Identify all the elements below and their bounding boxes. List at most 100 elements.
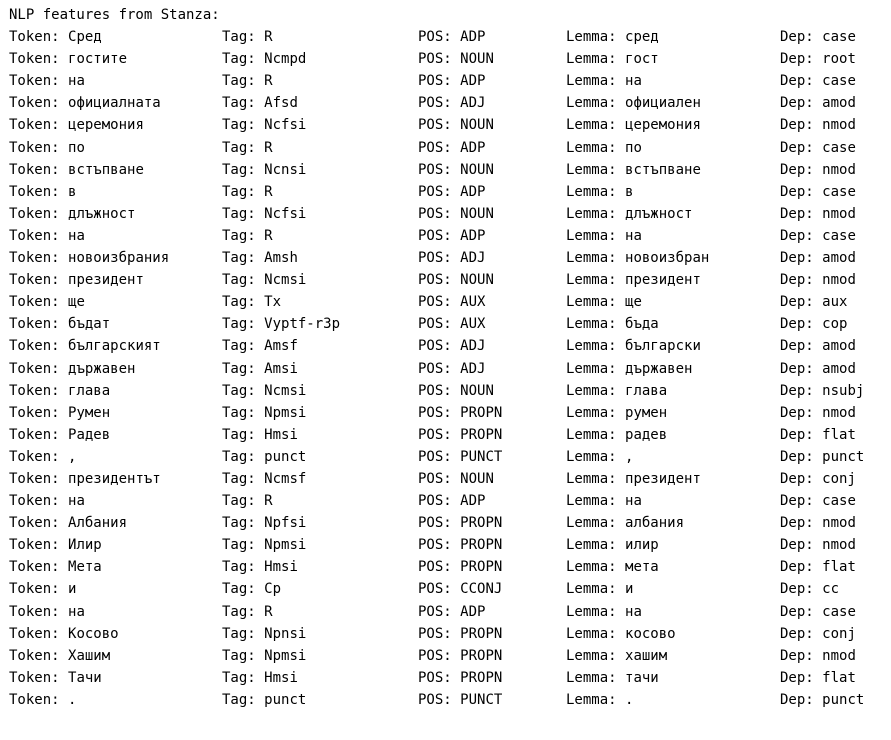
tag-field: Tag: punct [222, 446, 306, 468]
dep-value: amod [822, 250, 856, 267]
lemma-field: Lemma: президент [566, 269, 701, 291]
pos-value: ADJ [460, 360, 486, 377]
pos-value: ADP [460, 603, 486, 620]
tag-field: Tag: Vyptf-r3p [222, 313, 340, 335]
token-value: Албания [68, 515, 128, 532]
dep-label: Dep: [780, 205, 823, 222]
dep-field: Dep: conj [780, 623, 856, 645]
tag-field: Tag: Amsh [222, 247, 298, 269]
token-row: Token: държавен Tag: Amsi POS: ADJ Lemma: д… [9, 358, 856, 380]
pos-label: POS: [418, 603, 461, 620]
pos-label: POS: [418, 117, 461, 134]
lemma-field: Lemma: встъпване [566, 159, 701, 181]
tag-label: Tag: [222, 183, 265, 200]
dep-value: case [822, 183, 856, 200]
dep-label: Dep: [780, 559, 823, 576]
tag-value: R [264, 227, 273, 244]
pos-value: PUNCT [460, 448, 503, 465]
pos-label: POS: [418, 581, 461, 598]
token-label: Token: [9, 470, 69, 487]
lemma-label: Lemma: [566, 227, 626, 244]
token-field: Token: в [9, 181, 76, 203]
pos-field: POS: PROPN [418, 534, 502, 556]
pos-label: POS: [418, 250, 461, 267]
token-field: Token: церемония [9, 114, 144, 136]
token-row: Token: церемония Tag: Ncfsi POS: NOUN Lemma… [9, 114, 856, 136]
token-value: и [68, 581, 77, 598]
dep-label: Dep: [780, 537, 823, 554]
lemma-label: Lemma: [566, 581, 626, 598]
pos-value: PROPN [460, 515, 503, 532]
tag-field: Tag: Ncmsi [222, 380, 306, 402]
dep-value: case [822, 227, 856, 244]
pos-field: POS: AUX [418, 291, 485, 313]
token-label: Token: [9, 537, 69, 554]
dep-label: Dep: [780, 493, 823, 510]
token-row: Token: на Tag: R POS: ADP Lemma: на Dep: cas… [9, 490, 856, 512]
dep-value: case [822, 73, 856, 90]
dep-field: Dep: nmod [780, 203, 856, 225]
dep-value: amod [822, 360, 856, 377]
pos-label: POS: [418, 316, 461, 333]
lemma-value: на [625, 603, 642, 620]
tag-value: Npfsi [264, 515, 307, 532]
tag-label: Tag: [222, 493, 265, 510]
dep-field: Dep: root [780, 48, 856, 70]
dep-label: Dep: [780, 316, 823, 333]
token-value: на [68, 603, 85, 620]
pos-field: POS: NOUN [418, 269, 494, 291]
dep-value: case [822, 603, 856, 620]
tag-value: Ncfsi [264, 117, 307, 134]
token-field: Token: . [9, 689, 76, 711]
token-row: Token: по Tag: R POS: ADP Lemma: по Dep: cas… [9, 137, 856, 159]
token-value: по [68, 139, 85, 156]
lemma-value: президент [625, 272, 701, 289]
lemma-value: . [625, 691, 634, 708]
token-row: Token: , Tag: punct POS: PUNCT Lemma: , Dep:… [9, 446, 864, 468]
lemma-field: Lemma: новоизбран [566, 247, 709, 269]
tag-label: Tag: [222, 95, 265, 112]
dep-value: nmod [822, 205, 856, 222]
dep-field: Dep: amod [780, 92, 856, 114]
lemma-field: Lemma: глава [566, 380, 667, 402]
lemma-value: на [625, 73, 642, 90]
pos-value: ADP [460, 73, 486, 90]
pos-label: POS: [418, 470, 461, 487]
token-label: Token: [9, 117, 69, 134]
pos-label: POS: [418, 161, 461, 178]
lemma-label: Lemma: [566, 426, 626, 443]
pos-field: POS: PROPN [418, 623, 502, 645]
token-table: Token: Сред Tag: R POS: ADP Lemma: сред Dep:… [9, 26, 864, 711]
token-row: Token: ще Tag: Tx POS: AUX Lemma: ще Dep: au… [9, 291, 847, 313]
dep-label: Dep: [780, 294, 823, 311]
output-header: NLP features from Stanza: [9, 7, 220, 23]
dep-label: Dep: [780, 272, 823, 289]
dep-field: Dep: conj [780, 468, 856, 490]
lemma-value: по [625, 139, 642, 156]
pos-value: ADJ [460, 338, 486, 355]
dep-field: Dep: punct [780, 446, 864, 468]
lemma-label: Lemma: [566, 51, 626, 68]
pos-field: POS: PUNCT [418, 446, 502, 468]
pos-field: POS: ADP [418, 70, 485, 92]
pos-value: PUNCT [460, 691, 503, 708]
token-value: , [68, 448, 77, 465]
pos-label: POS: [418, 272, 461, 289]
token-label: Token: [9, 691, 69, 708]
lemma-label: Lemma: [566, 294, 626, 311]
pos-value: NOUN [460, 272, 494, 289]
lemma-value: на [625, 493, 642, 510]
pos-field: POS: ADP [418, 601, 485, 623]
dep-value: cop [822, 316, 848, 333]
token-label: Token: [9, 51, 69, 68]
dep-value: amod [822, 338, 856, 355]
pos-label: POS: [418, 515, 461, 532]
token-field: Token: президентът [9, 468, 161, 490]
tag-label: Tag: [222, 205, 265, 222]
pos-field: POS: ADP [418, 26, 485, 48]
token-value: новоизбрания [68, 250, 170, 267]
dep-field: Dep: nmod [780, 534, 856, 556]
dep-value: conj [822, 470, 856, 487]
pos-label: POS: [418, 338, 461, 355]
lemma-value: държавен [625, 360, 693, 377]
